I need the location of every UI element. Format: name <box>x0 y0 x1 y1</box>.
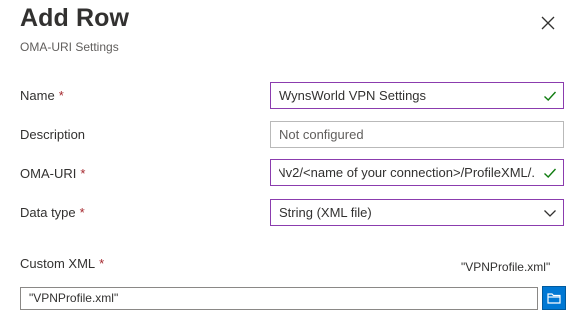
chevron-down-icon <box>544 210 556 217</box>
checkmark-icon <box>544 91 557 101</box>
custom-xml-label-text: Custom XML <box>20 256 96 271</box>
description-placeholder: Not configured <box>279 127 364 142</box>
required-marker: * <box>58 88 64 103</box>
data-type-label-text: Data type <box>20 205 76 220</box>
oma-uri-label: OMA-URI * <box>20 166 85 181</box>
name-label-text: Name <box>20 88 55 103</box>
required-marker: * <box>80 166 86 181</box>
oma-uri-input-value: ./Vendor/MSFT/VPNv2/<name of your connec… <box>279 165 535 180</box>
name-label: Name * <box>20 88 64 103</box>
custom-xml-filename: "VPNProfile.xml" <box>461 260 551 274</box>
custom-xml-label: Custom XML * <box>20 256 104 271</box>
data-type-label: Data type * <box>20 205 85 220</box>
required-marker: * <box>99 256 105 271</box>
oma-uri-input[interactable]: ./Vendor/MSFT/VPNv2/<name of your connec… <box>270 159 564 186</box>
required-marker: * <box>79 205 85 220</box>
close-icon <box>541 16 555 30</box>
data-type-selected: String (XML file) <box>279 205 372 220</box>
close-button[interactable] <box>538 13 558 33</box>
checkmark-icon <box>544 168 557 178</box>
name-input[interactable]: WynsWorld VPN Settings <box>270 82 564 109</box>
dialog-subtitle: OMA-URI Settings <box>20 40 119 54</box>
description-label-text: Description <box>20 127 86 142</box>
dialog-title: Add Row <box>20 4 130 32</box>
description-input[interactable]: Not configured <box>270 121 564 148</box>
name-input-value: WynsWorld VPN Settings <box>279 88 427 103</box>
browse-file-button[interactable] <box>542 286 566 310</box>
data-type-dropdown[interactable]: String (XML file) <box>270 199 564 226</box>
custom-xml-file-input[interactable]: "VPNProfile.xml" <box>20 287 538 310</box>
folder-icon <box>547 293 561 304</box>
description-label: Description <box>20 127 85 142</box>
oma-uri-label-text: OMA-URI <box>20 166 77 181</box>
